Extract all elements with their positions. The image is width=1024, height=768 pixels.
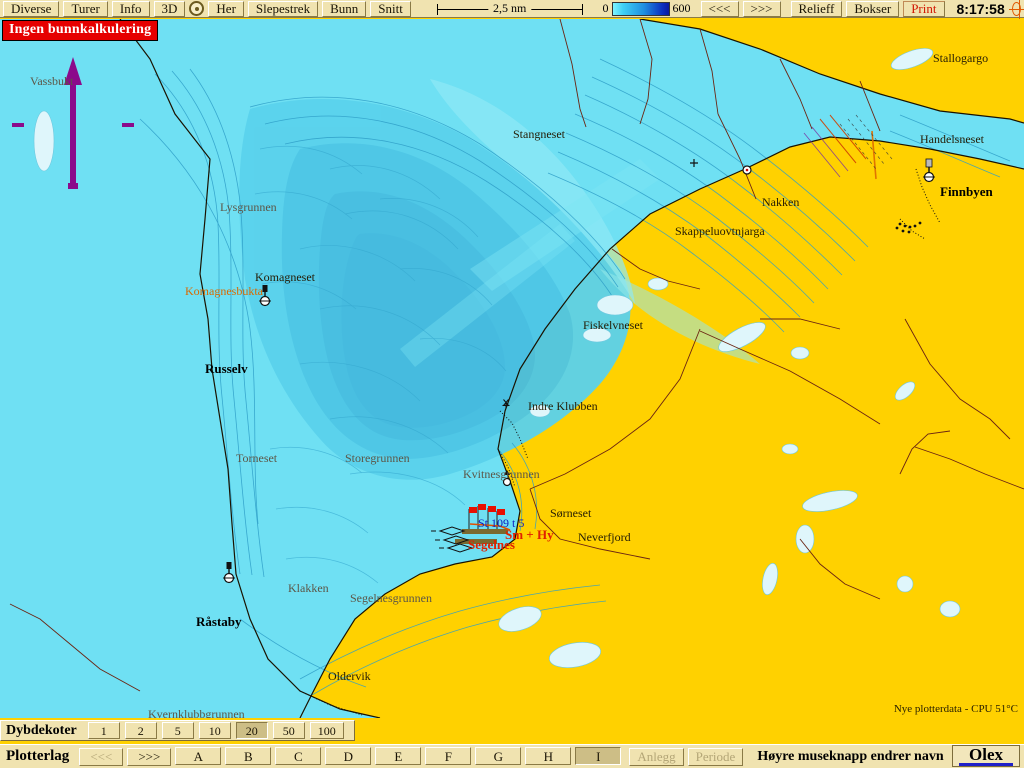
- menu-diverse[interactable]: Diverse: [3, 0, 60, 17]
- depth-option-1[interactable]: 1: [87, 722, 120, 739]
- depth-option-10[interactable]: 10: [198, 722, 231, 739]
- depth-legend-min: 0: [602, 1, 609, 15]
- depth-contour-panel: Dybdekoter 1 2 5 10 20 50 100: [0, 720, 355, 741]
- depth-contour-bar: Dybdekoter 1 2 5 10 20 50 100: [0, 718, 1024, 743]
- menu-info[interactable]: Info: [111, 0, 150, 17]
- layer-button-I[interactable]: I: [575, 747, 622, 766]
- periode-button[interactable]: Periode: [687, 747, 744, 766]
- scale-bar: 2,5 nm: [429, 0, 591, 17]
- depth-option-100[interactable]: 100: [309, 722, 344, 739]
- depth-contour-title: Dybdekoter: [6, 722, 77, 738]
- menu-bunn[interactable]: Bunn: [322, 0, 367, 17]
- layer-button-A[interactable]: A: [175, 747, 222, 766]
- top-toolbar: Diverse Turer Info 3D Her Slepestrek Bun…: [0, 0, 1024, 21]
- scale-bar-tick-left: [436, 3, 438, 15]
- depth-option-2[interactable]: 2: [124, 722, 157, 739]
- menu-turer[interactable]: Turer: [63, 0, 108, 17]
- clock-display: 8:17:58: [956, 0, 1005, 17]
- layer-button-G[interactable]: G: [475, 747, 522, 766]
- plotter-layer-bar: Plotterlag <<< >>> ABCDEFGHI Anlegg Peri…: [0, 744, 1024, 768]
- layer-button-C[interactable]: C: [275, 747, 322, 766]
- mouse-hint-text: Høyre museknapp endrer navn: [757, 748, 944, 764]
- warning-banner: Ingen bunnkalkulering: [2, 20, 159, 41]
- anlegg-button[interactable]: Anlegg: [629, 747, 684, 766]
- chart-map-canvas[interactable]: Ingen bunnkalkulering Nye plotterdata - …: [0, 19, 1024, 718]
- layer-button-B[interactable]: B: [225, 747, 272, 766]
- sun-icon: [1008, 0, 1024, 21]
- menu-her[interactable]: Her: [208, 0, 244, 17]
- depth-option-50[interactable]: 50: [272, 722, 305, 739]
- depth-option-20[interactable]: 20: [235, 722, 268, 739]
- layer-button-H[interactable]: H: [525, 747, 572, 766]
- nav-next-button[interactable]: >>>: [742, 0, 781, 17]
- olex-logo-rule: [959, 762, 1013, 766]
- status-note: Nye plotterdata - CPU 51°C: [893, 703, 1018, 715]
- print-button[interactable]: Print: [903, 0, 945, 17]
- relieff-button[interactable]: Relieff: [790, 0, 843, 17]
- menu-slepestrek[interactable]: Slepestrek: [247, 0, 319, 17]
- olex-logo: Olex: [952, 745, 1020, 767]
- depth-gradient-bar: [611, 1, 670, 16]
- bokser-button[interactable]: Bokser: [846, 0, 900, 17]
- target-icon[interactable]: [189, 1, 205, 16]
- plotter-layer-title: Plotterlag: [6, 748, 70, 764]
- scale-bar-label: 2,5 nm: [487, 0, 532, 16]
- olex-chart-plotter-window: Diverse Turer Info 3D Her Slepestrek Bun…: [0, 0, 1024, 768]
- nav-prev-button[interactable]: <<<: [700, 0, 739, 17]
- layer-button-E[interactable]: E: [375, 747, 422, 766]
- olex-logo-text: Olex: [969, 744, 1003, 764]
- beacon-kvitnes: [502, 477, 512, 487]
- depth-legend-max: 600: [672, 1, 691, 15]
- layer-prev-button[interactable]: <<<: [79, 747, 124, 766]
- layer-next-button[interactable]: >>>: [127, 747, 172, 766]
- layer-button-F[interactable]: F: [425, 747, 472, 766]
- depth-color-legend: 0 600: [603, 1, 691, 16]
- layer-letter-group: ABCDEFGHI: [175, 747, 625, 766]
- depth-option-5[interactable]: 5: [161, 722, 194, 739]
- scale-bar-tick-right: [581, 3, 583, 15]
- menu-3d[interactable]: 3D: [153, 0, 186, 17]
- chart-vector-graphics: [0, 19, 1024, 718]
- layer-button-D[interactable]: D: [325, 747, 372, 766]
- menu-snitt[interactable]: Snitt: [370, 0, 411, 17]
- depth-option-group: 1 2 5 10 20 50 100: [87, 722, 349, 740]
